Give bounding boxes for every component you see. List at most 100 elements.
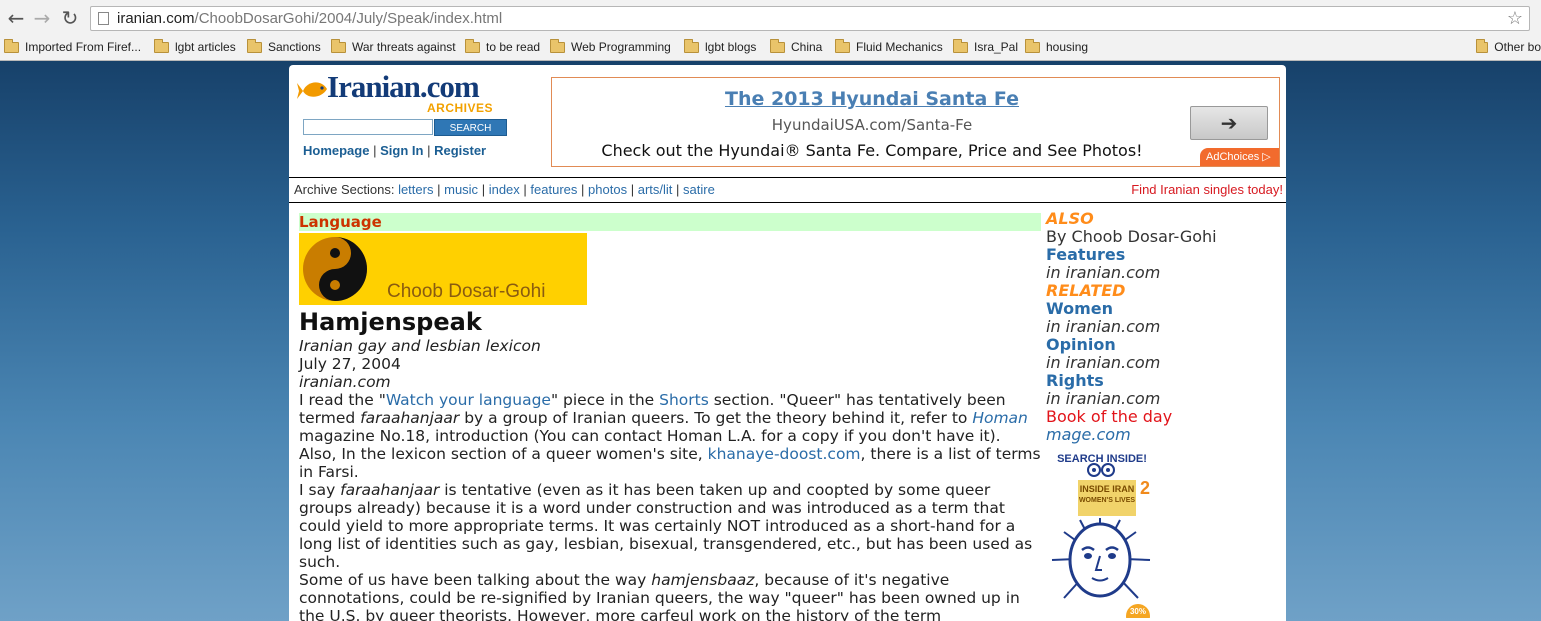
- bookmark-folder[interactable]: lgbt blogs: [684, 36, 756, 58]
- bookmark-folder[interactable]: lgbt articles: [154, 36, 236, 58]
- sign-in-link[interactable]: Sign In: [380, 143, 423, 158]
- bookmark-folder[interactable]: Fluid Mechanics: [835, 36, 943, 58]
- arrow-right-icon: ➔: [1220, 111, 1238, 135]
- user-links: Homepage | Sign In | Register: [303, 143, 486, 158]
- source-label: in iranian.com: [1046, 263, 1161, 282]
- folder-icon: [4, 38, 19, 53]
- shorts-link[interactable]: Shorts: [659, 391, 709, 409]
- homan-link[interactable]: Homan: [972, 409, 1028, 427]
- bookmark-folder[interactable]: War threats against: [331, 36, 456, 58]
- search-button[interactable]: SEARCH: [434, 119, 507, 136]
- logo-text: Iranian.com: [327, 69, 480, 104]
- back-button[interactable]: ←: [4, 6, 28, 30]
- book-of-the-day-heading: Book of the day: [1046, 407, 1173, 426]
- bookmark-other[interactable]: Other bo: [1476, 36, 1541, 58]
- archive-link-index[interactable]: index: [489, 182, 520, 197]
- paragraph: I say faraahanjaar is tentative (even as…: [299, 481, 1033, 571]
- folder-icon: [154, 38, 169, 53]
- archive-link-photos[interactable]: photos: [588, 182, 627, 197]
- archive-link-satire[interactable]: satire: [683, 182, 715, 197]
- ad-description: Check out the Hyundai® Santa Fe. Compare…: [601, 141, 1143, 160]
- url-path: /ChoobDosarGohi/2004/July/Speak/index.ht…: [194, 10, 503, 27]
- folder-icon: [331, 38, 346, 53]
- book-cover-image[interactable]: SEARCH INSIDE! INSIDE IRAN WOMEN'S LIVES…: [1050, 448, 1154, 621]
- separator: |: [523, 182, 527, 197]
- separator: |: [427, 143, 431, 158]
- opinion-link[interactable]: Opinion: [1046, 336, 1284, 354]
- folder-icon: [247, 38, 262, 53]
- separator: |: [581, 182, 585, 197]
- bookmark-folder[interactable]: China: [770, 36, 822, 58]
- forward-button[interactable]: →: [30, 6, 54, 30]
- separator: |: [437, 182, 441, 197]
- bookmark-folder[interactable]: Isra_Pal: [953, 36, 1018, 58]
- article-source: iranian.com: [299, 373, 391, 391]
- khanaye-doost-link[interactable]: khanaye-doost.com: [708, 445, 861, 463]
- url-host: iranian.com: [117, 10, 195, 27]
- homepage-link[interactable]: Homepage: [303, 143, 369, 158]
- watch-your-language-link[interactable]: Watch your language: [386, 391, 551, 409]
- separator: |: [373, 143, 377, 158]
- advertisement[interactable]: The 2013 Hyundai Santa Fe HyundaiUSA.com…: [551, 77, 1280, 167]
- address-bar[interactable]: iranian.com/ChoobDosarGohi/2004/July/Spe…: [90, 6, 1530, 31]
- bookmark-folder[interactable]: Sanctions: [247, 36, 321, 58]
- women-link[interactable]: Women: [1046, 300, 1284, 318]
- related-heading: RELATED: [1046, 281, 1126, 300]
- book-title-2: WOMEN'S LIVES: [1079, 497, 1135, 504]
- archive-link-features[interactable]: features: [530, 182, 577, 197]
- singles-promo-link[interactable]: Find Iranian singles today!: [1131, 178, 1283, 202]
- folder-icon: [1025, 38, 1040, 53]
- bookmark-star-icon[interactable]: ☆: [1507, 7, 1523, 30]
- forward-arrow-icon: →: [33, 6, 51, 30]
- mage-link[interactable]: mage.com: [1046, 426, 1284, 444]
- book-title-1: INSIDE IRAN: [1080, 484, 1135, 494]
- archive-link-arts-lit[interactable]: arts/lit: [638, 182, 673, 197]
- paragraph: I read the "Watch your language" piece i…: [299, 391, 1041, 481]
- site-logo[interactable]: Iranian.com ARCHIVES: [297, 71, 507, 115]
- logo-archives: ARCHIVES: [427, 101, 494, 115]
- register-link[interactable]: Register: [434, 143, 486, 158]
- rights-link[interactable]: Rights: [1046, 372, 1284, 390]
- article-body: I read the "Watch your language" piece i…: [299, 391, 1041, 621]
- bookmark-folder[interactable]: Imported From Firef...: [4, 36, 141, 58]
- content-panel: Iranian.com ARCHIVES SEARCH Homepage | S…: [289, 65, 1286, 621]
- archive-sections-bar: Archive Sections: letters | music | inde…: [289, 177, 1286, 203]
- page-viewport: Iranian.com ARCHIVES SEARCH Homepage | S…: [0, 61, 1541, 621]
- back-arrow-icon: ←: [7, 6, 25, 30]
- folder-icon: [770, 38, 785, 53]
- yin-yang-icon: [303, 237, 367, 301]
- paragraph: Some of us have been talking about the w…: [299, 571, 1020, 621]
- book-discount-badge: 30%: [1130, 607, 1146, 616]
- bookmark-folder[interactable]: Web Programming: [550, 36, 671, 58]
- search-input[interactable]: [303, 119, 433, 135]
- bookmark-folder[interactable]: housing: [1025, 36, 1088, 58]
- browser-chrome: ← → ↻ iranian.com/ChoobDosarGohi/2004/Ju…: [0, 0, 1541, 61]
- archive-label: Archive Sections:: [294, 182, 395, 197]
- book-cover-art: SEARCH INSIDE! INSIDE IRAN WOMEN'S LIVES…: [1051, 453, 1151, 621]
- book-search-text: SEARCH INSIDE!: [1057, 453, 1147, 465]
- ad-url[interactable]: HyundaiUSA.com/Santa-Fe: [552, 116, 1192, 134]
- folder-icon: [953, 38, 968, 53]
- ad-title-link[interactable]: The 2013 Hyundai Santa Fe: [552, 88, 1192, 110]
- adchoices-badge[interactable]: AdChoices ▷: [1200, 148, 1279, 166]
- ad-arrow-button[interactable]: ➔: [1190, 106, 1268, 140]
- page-icon: [98, 12, 109, 25]
- sidebar: ALSO By Choob Dosar-Gohi Features in ira…: [1046, 210, 1284, 621]
- features-link[interactable]: Features: [1046, 246, 1284, 264]
- source-label: in iranian.com: [1046, 389, 1161, 408]
- source-label: in iranian.com: [1046, 353, 1161, 372]
- reload-button[interactable]: ↻: [58, 6, 82, 30]
- bookmark-folder[interactable]: to be read: [465, 36, 540, 58]
- browser-toolbar: ← → ↻ iranian.com/ChoobDosarGohi/2004/Ju…: [0, 0, 1541, 36]
- by-author: By Choob Dosar-Gohi: [1046, 227, 1217, 246]
- archive-link-letters[interactable]: letters: [398, 182, 433, 197]
- article-title: Hamjenspeak: [299, 308, 482, 336]
- archive-link-music[interactable]: music: [444, 182, 478, 197]
- separator: |: [481, 182, 486, 197]
- section-label: Language: [299, 213, 1041, 231]
- folder-icon: [465, 38, 480, 53]
- banner-author: Choob Dosar-Gohi: [387, 281, 546, 302]
- article-date: July 27, 2004: [299, 355, 401, 373]
- article-subtitle: Iranian gay and lesbian lexicon: [299, 337, 541, 355]
- reload-icon: ↻: [61, 6, 79, 30]
